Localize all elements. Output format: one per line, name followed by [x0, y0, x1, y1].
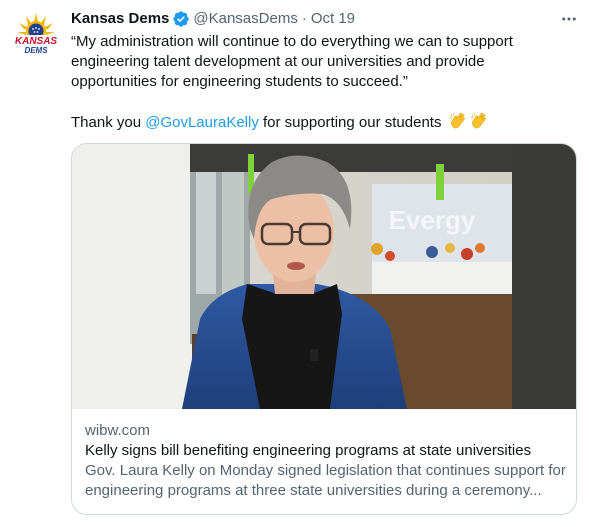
tweet[interactable]: KANSAS DEMS Kansas Dems @KansasDems · Oc… [0, 0, 594, 527]
separator: · [301, 10, 307, 27]
mention-link[interactable]: @GovLauraKelly [145, 114, 259, 131]
card-image[interactable]: Evergy [72, 144, 576, 409]
quote-line-1: “My administration will continue to do e… [71, 33, 513, 50]
card-domain: wibw.com [85, 422, 151, 439]
thanks-prefix: Thank you [71, 114, 146, 131]
link-preview-card[interactable]: Evergy wibw.com Kelly signs bill benefit… [71, 143, 577, 515]
clapping-hands-icon [470, 112, 488, 136]
more-horizontal-icon [562, 17, 576, 21]
verified-badge-icon [172, 10, 190, 28]
thanks-suffix: for supporting our students [258, 114, 442, 131]
card-description: Gov. Laura Kelly on Monday signed legisl… [85, 462, 566, 499]
more-options-button[interactable] [558, 8, 580, 30]
thanks-line: Thank you @GovLauraKelly for supporting … [71, 112, 581, 136]
card-body[interactable]: wibw.com Kelly signs bill benefiting eng… [72, 410, 576, 501]
avatar[interactable]: KANSAS DEMS [13, 10, 59, 56]
quote-line-2: engineering talent development at our un… [71, 53, 485, 70]
card-title[interactable]: Kelly signs bill benefiting engineering … [85, 441, 566, 461]
timestamp[interactable]: Oct 19 [311, 9, 355, 29]
governor-photo: Evergy [72, 144, 576, 409]
tweet-header: Kansas Dems @KansasDems · Oct 19 [71, 9, 355, 29]
logo-text-bottom: DEMS [24, 46, 48, 55]
quote-line-3: opportunities for engineering students t… [71, 73, 408, 90]
display-name[interactable]: Kansas Dems [71, 9, 169, 29]
clapping-hands-icon [449, 112, 467, 136]
handle[interactable]: @KansasDems [193, 9, 297, 29]
kansas-dems-logo: KANSAS DEMS [15, 13, 57, 55]
tweet-text: “My administration will continue to do e… [71, 32, 581, 136]
background-sign-text: Evergy [389, 205, 476, 235]
